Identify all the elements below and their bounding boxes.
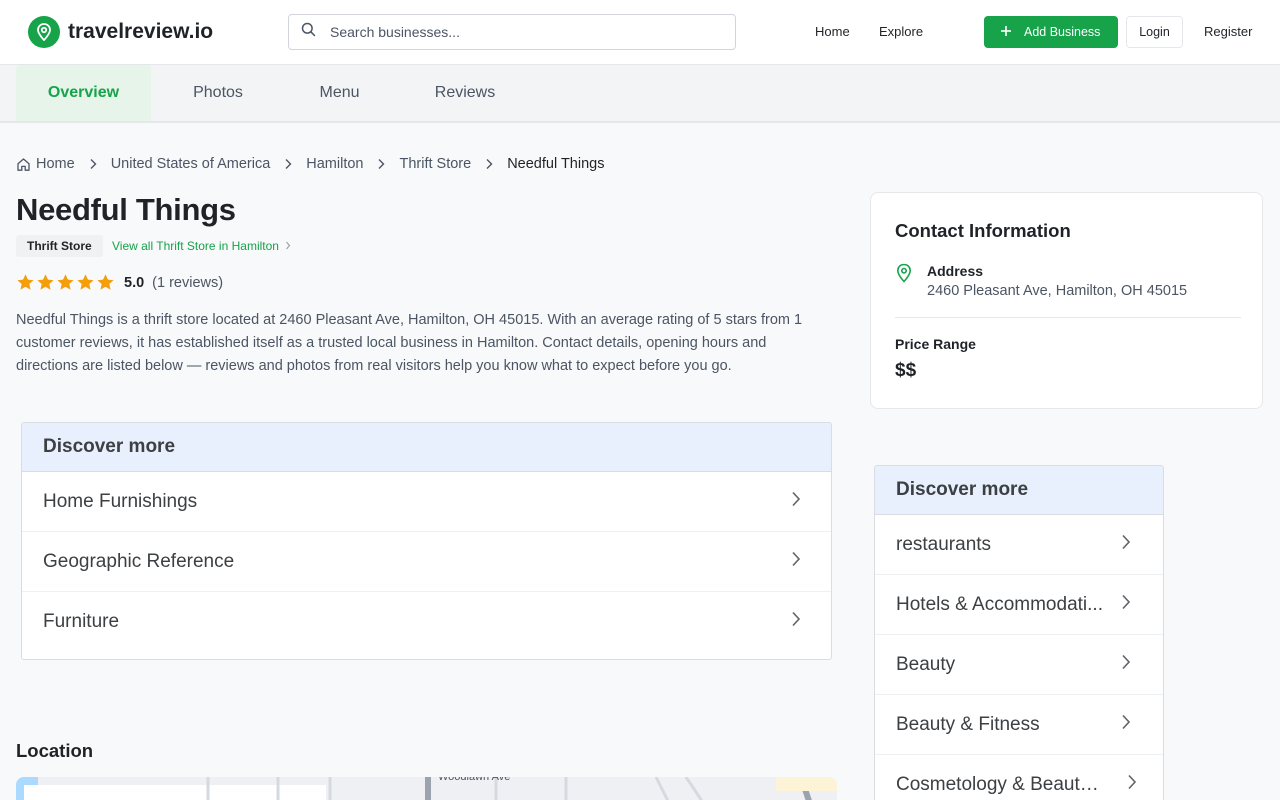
chevron-right-icon: [89, 158, 97, 170]
contact-title: Contact Information: [895, 220, 1071, 241]
register-link[interactable]: Register: [1204, 24, 1252, 39]
business-description: Needful Things is a thrift store located…: [16, 312, 803, 374]
chevron-right-icon: [285, 239, 291, 253]
price-range-value: $$: [895, 360, 917, 381]
chevron-right-icon: [1121, 654, 1131, 676]
price-range-label: Price Range: [895, 336, 976, 352]
breadcrumb-country[interactable]: United States of America: [111, 156, 271, 172]
chevron-right-icon: [791, 491, 801, 513]
site-header: travelreview.io Home Explore Add Busines…: [0, 0, 1280, 65]
chevron-right-icon: [284, 158, 292, 170]
logo[interactable]: travelreview.io: [28, 16, 213, 48]
nav-explore-link[interactable]: Explore: [879, 24, 923, 39]
chevron-right-icon: [377, 158, 385, 170]
review-count[interactable]: (1 reviews): [152, 275, 223, 291]
discover-item[interactable]: restaurants: [875, 515, 1163, 575]
star-icon: [77, 274, 94, 290]
chevron-right-icon: [791, 551, 801, 573]
location-title: Location: [16, 740, 94, 761]
business-tabs: Overview Photos Menu Reviews: [0, 65, 1280, 123]
add-business-label: Add Business: [1024, 25, 1101, 39]
location-pin-logo-icon: [28, 16, 60, 48]
discover-item[interactable]: Home Furnishings: [22, 472, 831, 532]
map-street-label: Woodlawn Ave: [438, 777, 510, 783]
discover-item-label: Geographic Reference: [43, 550, 235, 572]
rating: 5.0 (1 reviews): [16, 273, 223, 292]
chevron-right-icon: [485, 158, 493, 170]
search-bar[interactable]: [288, 14, 736, 50]
star-icon: [17, 274, 34, 290]
tab-menu[interactable]: Menu: [285, 65, 394, 121]
breadcrumb-city[interactable]: Hamilton: [306, 156, 363, 172]
map-tiles: Woodlawn Ave: [16, 777, 837, 800]
discover-item[interactable]: Beauty: [875, 635, 1163, 695]
breadcrumb-home[interactable]: Home: [36, 156, 75, 172]
nav-home-link[interactable]: Home: [815, 24, 850, 39]
rating-value: 5.0: [124, 274, 145, 291]
discover-more-title: Discover more: [22, 423, 831, 472]
plus-icon: [1000, 25, 1012, 40]
business-title: Needful Things: [16, 192, 236, 227]
discover-item[interactable]: Hotels & Accommodati...: [875, 575, 1163, 635]
search-icon: [301, 22, 316, 42]
chevron-right-icon: [791, 611, 801, 633]
breadcrumb: Home United States of America Hamilton T…: [16, 156, 604, 172]
chevron-right-icon: [1121, 714, 1131, 736]
tab-overview[interactable]: Overview: [16, 65, 151, 121]
location-pin-icon: [895, 263, 913, 288]
category-link-label: View all Thrift Store in Hamilton: [112, 239, 279, 253]
discover-item[interactable]: Cosmetology & Beauty ...: [875, 755, 1163, 800]
add-business-button[interactable]: Add Business: [984, 16, 1118, 48]
chevron-right-icon: [1127, 774, 1137, 796]
search-input[interactable]: [330, 24, 710, 40]
tab-photos[interactable]: Photos: [151, 65, 285, 121]
address-label: Address: [927, 263, 984, 279]
star-icon: [37, 274, 54, 290]
breadcrumb-category[interactable]: Thrift Store: [399, 156, 471, 172]
login-button[interactable]: Login: [1126, 16, 1183, 48]
divider: [895, 317, 1241, 318]
discover-more-sidebar: Discover more restaurants Hotels & Accom…: [874, 465, 1164, 800]
discover-item-label: Beauty & Fitness: [896, 713, 1040, 735]
category-badge: Thrift Store: [16, 235, 103, 257]
category-link[interactable]: View all Thrift Store in Hamilton: [112, 239, 291, 253]
discover-more-title: Discover more: [875, 466, 1163, 515]
brand-name: travelreview.io: [68, 20, 214, 43]
location-map[interactable]: Woodlawn Ave: [16, 777, 837, 800]
discover-item[interactable]: Furniture: [22, 592, 831, 652]
discover-item-label: Hotels & Accommodati...: [896, 593, 1103, 615]
discover-more-card: Discover more Home Furnishings Geographi…: [21, 422, 832, 660]
star-icon: [97, 274, 114, 290]
tab-reviews[interactable]: Reviews: [394, 65, 536, 121]
home-icon: [16, 157, 31, 172]
discover-item-label: Home Furnishings: [43, 490, 198, 512]
discover-item-label: restaurants: [896, 533, 992, 555]
discover-item[interactable]: Beauty & Fitness: [875, 695, 1163, 755]
discover-item-label: Beauty: [896, 653, 956, 675]
chevron-right-icon: [1121, 534, 1131, 556]
breadcrumb-current: Needful Things: [507, 156, 605, 172]
discover-item-label: Cosmetology & Beauty ...: [896, 773, 1106, 795]
address-value: 2460 Pleasant Ave, Hamilton, OH 45015: [927, 283, 1188, 299]
contact-card: Contact Information Address 2460 Pleasan…: [870, 192, 1263, 409]
discover-item[interactable]: Geographic Reference: [22, 532, 831, 592]
discover-item-label: Furniture: [43, 611, 120, 632]
star-rating: [16, 273, 115, 292]
star-icon: [57, 274, 74, 290]
chevron-right-icon: [1121, 594, 1131, 616]
